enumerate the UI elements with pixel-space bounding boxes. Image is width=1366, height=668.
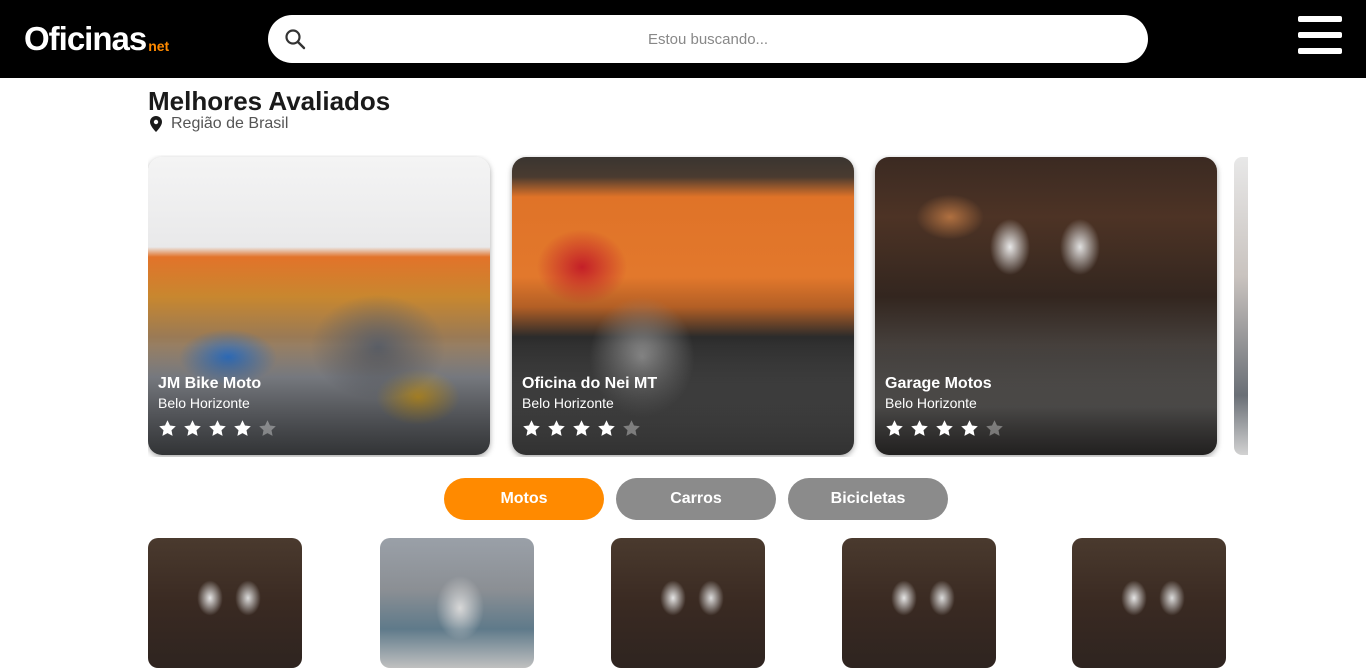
workshop-card[interactable]: Oficina do Nei MT Belo Horizonte bbox=[512, 157, 854, 455]
location-text: Região de Brasil bbox=[171, 115, 289, 132]
workshop-thumbnail[interactable] bbox=[148, 538, 302, 668]
tab-bicicletas[interactable]: Bicicletas bbox=[788, 478, 948, 520]
workshop-thumbnail[interactable] bbox=[380, 538, 534, 668]
star-icon bbox=[936, 420, 953, 436]
top-navigation-bar: Oficinas net bbox=[0, 0, 1366, 78]
star-icon bbox=[573, 420, 590, 436]
category-tabs: Motos Carros Bicicletas bbox=[444, 478, 948, 520]
search-input[interactable] bbox=[268, 15, 1148, 63]
star-icon bbox=[184, 420, 201, 436]
hamburger-menu-icon[interactable] bbox=[1298, 16, 1342, 54]
star-icon bbox=[159, 420, 176, 436]
workshop-name: Garage Motos bbox=[885, 375, 992, 392]
workshop-thumbnail[interactable] bbox=[1072, 538, 1226, 668]
search-icon[interactable] bbox=[284, 28, 306, 50]
next-card-peek[interactable] bbox=[1234, 157, 1248, 455]
workshop-name: Oficina do Nei MT bbox=[522, 375, 658, 392]
section-title: Melhores Avaliados bbox=[148, 86, 391, 116]
workshop-grid bbox=[148, 538, 1226, 668]
star-icon bbox=[234, 420, 251, 436]
star-icon bbox=[911, 420, 928, 436]
workshop-thumbnail[interactable] bbox=[611, 538, 765, 668]
rating-stars bbox=[885, 419, 1004, 438]
workshop-card[interactable]: JM Bike Moto Belo Horizonte bbox=[148, 157, 490, 455]
tab-motos[interactable]: Motos bbox=[444, 478, 604, 520]
star-icon bbox=[961, 420, 978, 436]
logo-text: Oficinas bbox=[24, 20, 147, 57]
workshop-card[interactable]: Garage Motos Belo Horizonte bbox=[875, 157, 1217, 455]
workshop-city: Belo Horizonte bbox=[158, 395, 250, 411]
star-icon bbox=[259, 420, 276, 436]
tab-carros[interactable]: Carros bbox=[616, 478, 776, 520]
star-icon bbox=[623, 420, 640, 436]
featured-carousel[interactable]: JM Bike Moto Belo Horizonte Oficina do N… bbox=[148, 155, 1248, 457]
rating-stars bbox=[522, 419, 641, 438]
workshop-name: JM Bike Moto bbox=[158, 375, 262, 392]
map-pin-icon bbox=[150, 116, 162, 132]
star-icon bbox=[523, 420, 540, 436]
rating-stars bbox=[158, 419, 277, 438]
star-icon bbox=[548, 420, 565, 436]
brand-logo[interactable]: Oficinas net bbox=[24, 18, 169, 58]
star-icon bbox=[209, 420, 226, 436]
star-icon bbox=[598, 420, 615, 436]
workshop-city: Belo Horizonte bbox=[522, 395, 614, 411]
logo-suffix: net bbox=[148, 38, 170, 54]
search-bar bbox=[268, 15, 1148, 63]
star-icon bbox=[986, 420, 1003, 436]
location-label[interactable]: Região de Brasil bbox=[149, 115, 288, 133]
workshop-thumbnail[interactable] bbox=[842, 538, 996, 668]
star-icon bbox=[886, 420, 903, 436]
workshop-city: Belo Horizonte bbox=[885, 395, 977, 411]
